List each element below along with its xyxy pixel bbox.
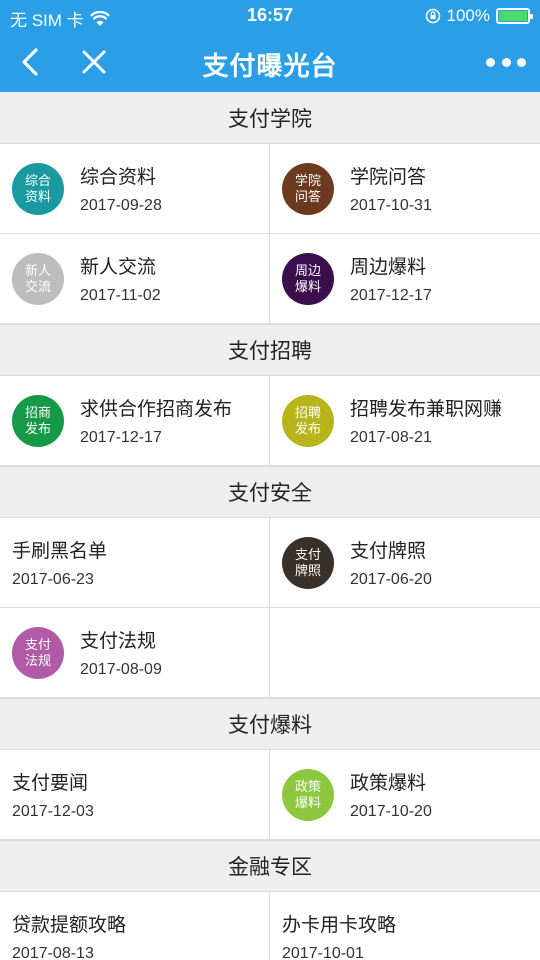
- more-dot-icon: [501, 57, 511, 67]
- category-text: 办卡用卡攻略 2017-10-01: [282, 910, 396, 960]
- rotation-lock-icon: [425, 8, 440, 24]
- category-title: 政策爆料: [350, 773, 427, 794]
- category-date: 2017-10-20: [350, 803, 432, 820]
- category-date: 2017-08-13: [12, 945, 94, 960]
- category-text: 学院问答 2017-10-31: [350, 162, 432, 215]
- category-text: 手刷黑名单 2017-06-23: [12, 536, 107, 589]
- category-date: 2017-10-01: [282, 945, 364, 960]
- close-icon: [82, 50, 106, 74]
- category-badge-icon: 周边爆料: [282, 252, 334, 305]
- category-item[interactable]: 贷款提额攻略 2017-08-13: [0, 892, 270, 960]
- grid-row: 支付要闻 2017-12-03 政策爆料 政策爆料 2017-10-20: [0, 750, 540, 840]
- category-text: 周边爆料 2017-12-17: [350, 252, 432, 305]
- category-badge-icon: 政策爆料: [282, 768, 334, 821]
- back-button[interactable]: [12, 44, 48, 80]
- grid-row: 新人交流 新人交流 2017-11-02 周边爆料 周边爆料 2017-12-17: [0, 234, 540, 324]
- grid-row: 手刷黑名单 2017-06-23 支付牌照 支付牌照 2017-06-20: [0, 518, 540, 608]
- grid-row: 综合资料 综合资料 2017-09-28 学院问答 学院问答 2017-10-31: [0, 144, 540, 234]
- category-title: 求供合作招商发布: [80, 399, 233, 420]
- nav-bar: 支付曝光台: [0, 32, 540, 92]
- more-dot-icon: [486, 57, 495, 67]
- category-date: 2017-08-09: [80, 661, 162, 678]
- category-text: 贷款提额攻略 2017-08-13: [12, 910, 126, 960]
- category-badge-icon: 学院问答: [282, 162, 334, 215]
- category-title: 周边爆料: [350, 257, 427, 278]
- category-title: 支付法规: [80, 631, 157, 652]
- category-date: 2017-12-17: [80, 429, 162, 446]
- category-badge-icon: 新人交流: [12, 252, 64, 305]
- category-text: 新人交流 2017-11-02: [80, 252, 161, 305]
- category-text: 支付法规 2017-08-09: [80, 626, 162, 679]
- category-badge-icon: 支付法规: [12, 626, 64, 679]
- category-badge-icon: 支付牌照: [282, 536, 334, 589]
- battery-fill: [499, 11, 527, 21]
- category-text: 支付牌照 2017-06-20: [350, 536, 432, 589]
- category-date: 2017-06-23: [12, 571, 94, 588]
- category-item[interactable]: 政策爆料 政策爆料 2017-10-20: [270, 750, 540, 839]
- grid-row: 招商发布 求供合作招商发布 2017-12-17 招聘发布 招聘发布兼职网赚 2017-0…: [0, 376, 540, 466]
- category-item[interactable]: 新人交流 新人交流 2017-11-02: [0, 234, 270, 323]
- category-date: 2017-12-17: [350, 287, 432, 304]
- category-text: 政策爆料 2017-10-20: [350, 768, 432, 821]
- category-title: 支付要闻: [12, 773, 89, 794]
- section-header: 金融专区: [0, 840, 540, 892]
- category-item[interactable]: 学院问答 学院问答 2017-10-31: [270, 144, 540, 233]
- empty-cell: [270, 608, 540, 697]
- category-list: 支付学院综合资料 综合资料 2017-09-28 学院问答 学院问答 2017-10-31…: [0, 92, 540, 960]
- section-header: 支付招聘: [0, 324, 540, 376]
- category-date: 2017-08-21: [350, 429, 432, 446]
- category-item[interactable]: 支付法规 支付法规 2017-08-09: [0, 608, 270, 697]
- category-item[interactable]: 综合资料 综合资料 2017-09-28: [0, 144, 270, 233]
- category-date: 2017-10-31: [350, 197, 432, 214]
- category-date: 2017-11-02: [80, 287, 161, 304]
- section-header: 支付安全: [0, 466, 540, 518]
- category-title: 学院问答: [350, 167, 427, 188]
- category-title: 贷款提额攻略: [12, 915, 127, 936]
- category-text: 支付要闻 2017-12-03: [12, 768, 94, 821]
- category-item[interactable]: 手刷黑名单 2017-06-23: [0, 518, 270, 607]
- category-badge-icon: 招商发布: [12, 394, 64, 447]
- category-item[interactable]: 招商发布 求供合作招商发布 2017-12-17: [0, 376, 270, 465]
- category-text: 招聘发布兼职网赚 2017-08-21: [350, 394, 502, 447]
- category-text: 求供合作招商发布 2017-12-17: [80, 394, 232, 447]
- more-dot-icon: [517, 57, 526, 67]
- category-title: 招聘发布兼职网赚: [350, 399, 503, 420]
- category-title: 办卡用卡攻略: [282, 915, 397, 936]
- back-chevron-icon: [22, 48, 38, 76]
- close-button[interactable]: [76, 44, 112, 80]
- section-header: 支付爆料: [0, 698, 540, 750]
- category-badge-icon: 招聘发布: [282, 394, 334, 447]
- category-title: 支付牌照: [350, 541, 427, 562]
- category-badge-icon: 综合资料: [12, 162, 64, 215]
- battery-percent: 100%: [446, 6, 490, 25]
- category-item[interactable]: 支付要闻 2017-12-03: [0, 750, 270, 839]
- section-header: 支付学院: [0, 92, 540, 144]
- category-item[interactable]: 招聘发布 招聘发布兼职网赚 2017-08-21: [270, 376, 540, 465]
- category-date: 2017-09-28: [80, 197, 162, 214]
- battery-icon: [496, 8, 533, 24]
- category-item[interactable]: 办卡用卡攻略 2017-10-01: [270, 892, 540, 960]
- category-date: 2017-06-20: [350, 571, 432, 588]
- more-button[interactable]: [486, 50, 526, 74]
- category-text: 综合资料 2017-09-28: [80, 162, 162, 215]
- category-item[interactable]: 周边爆料 周边爆料 2017-12-17: [270, 234, 540, 323]
- category-item[interactable]: 支付牌照 支付牌照 2017-06-20: [270, 518, 540, 607]
- category-title: 新人交流: [80, 257, 157, 278]
- category-title: 手刷黑名单: [12, 541, 108, 562]
- grid-row: 支付法规 支付法规 2017-08-09: [0, 608, 540, 698]
- category-date: 2017-12-03: [12, 803, 94, 820]
- status-right: 100%: [425, 6, 533, 26]
- grid-row: 贷款提额攻略 2017-08-13 办卡用卡攻略 2017-10-01: [0, 892, 540, 960]
- category-title: 综合资料: [80, 167, 157, 188]
- status-bar: 无 SIM 卡 16:57 100%: [0, 0, 540, 32]
